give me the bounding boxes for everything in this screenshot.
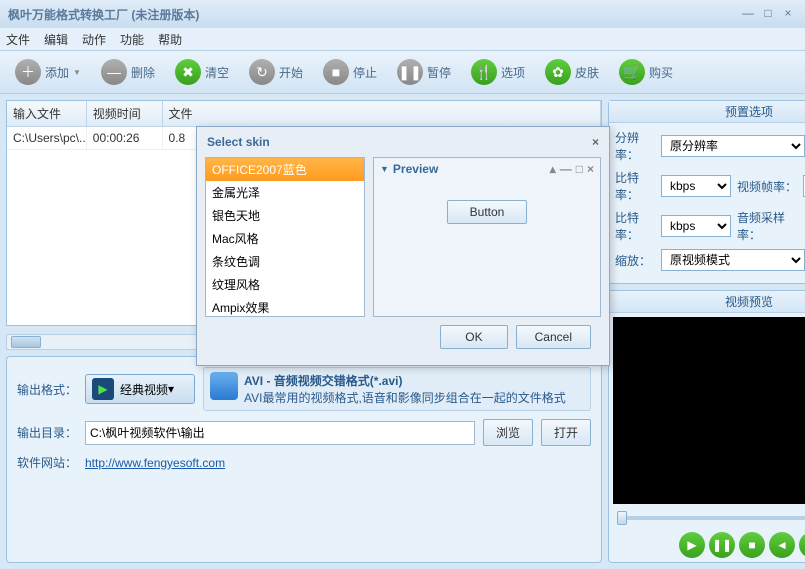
skin-item[interactable]: Ampix效果 [206, 296, 364, 317]
select-skin-dialog: Select skin × OFFICE2007蓝色 金属光泽 银色天地 Mac… [196, 126, 610, 366]
dialog-close-icon[interactable]: × [592, 135, 599, 149]
resolution-select[interactable]: 原分辨率 [661, 135, 805, 157]
format-label: 输出格式： [17, 381, 77, 398]
menu-function[interactable]: 功能 [120, 31, 144, 48]
abitrate-select[interactable]: kbps [661, 215, 731, 237]
clear-button[interactable]: ✖清空 [166, 54, 238, 90]
cart-icon: 🛒 [619, 59, 645, 85]
pause-button[interactable]: ❚❚ [709, 532, 735, 558]
col-time[interactable]: 视频时间 [87, 101, 163, 126]
menu-action[interactable]: 动作 [82, 31, 106, 48]
format-select[interactable]: ▶ 经典视频 ▾ [85, 374, 195, 404]
dir-label: 输出目录： [17, 424, 77, 441]
browse-button[interactable]: 浏览 [483, 419, 533, 446]
apple-icon: ✿ [545, 59, 571, 85]
stop-icon: ■ [323, 59, 349, 85]
format-description: AVI - 音频视频交错格式(*.avi) AVI最常用的视频格式,语音和影像同… [203, 367, 591, 411]
buy-button[interactable]: 🛒购买 [610, 54, 682, 90]
cancel-button[interactable]: Cancel [516, 325, 591, 349]
format-icon [210, 372, 238, 400]
preview-label: Preview [393, 162, 438, 176]
pause-button[interactable]: ❚❚暂停 [388, 54, 460, 90]
minimize-icon[interactable]: — [739, 6, 757, 22]
pause-icon: ❚❚ [397, 59, 423, 85]
skin-item[interactable]: 金属光泽 [206, 181, 364, 204]
zoom-select[interactable]: 原视频模式 [661, 249, 805, 271]
chevron-down-icon: ▼ [73, 68, 81, 77]
chevron-down-icon: ▾ [168, 382, 174, 396]
toolbar: ＋添加▼ —删除 ✖清空 ↻开始 ■停止 ❚❚暂停 🍴选项 ✿皮肤 🛒购买 [0, 50, 805, 94]
preview-sample-button[interactable]: Button [447, 200, 528, 224]
options-icon: 🍴 [471, 59, 497, 85]
menu-help[interactable]: 帮助 [158, 31, 182, 48]
skin-preview-box: ▼ Preview ▴ — □ × Button [373, 157, 601, 317]
delete-button[interactable]: —删除 [92, 54, 164, 90]
seek-slider[interactable] [617, 516, 805, 520]
next-button[interactable]: ► [799, 532, 805, 558]
skin-list[interactable]: OFFICE2007蓝色 金属光泽 银色天地 Mac风格 条纹色调 纹理风格 A… [205, 157, 365, 317]
col-size[interactable]: 文件 [163, 101, 601, 126]
options-button[interactable]: 🍴选项 [462, 54, 534, 90]
title-bar: 枫叶万能格式转换工厂 (未注册版本) — □ × [0, 0, 805, 28]
start-button[interactable]: ↻开始 [240, 54, 312, 90]
preview-close-icon[interactable]: × [587, 162, 594, 176]
minus-icon: — [101, 59, 127, 85]
video-area [613, 317, 805, 504]
menu-file[interactable]: 文件 [6, 31, 30, 48]
clear-icon: ✖ [175, 59, 201, 85]
col-file[interactable]: 输入文件 [7, 101, 87, 126]
skin-button[interactable]: ✿皮肤 [536, 54, 608, 90]
menu-edit[interactable]: 编辑 [44, 31, 68, 48]
preview-max-icon[interactable]: □ [576, 162, 583, 176]
play-button[interactable]: ▶ [679, 532, 705, 558]
output-dir-input[interactable] [85, 421, 475, 445]
close-icon[interactable]: × [779, 6, 797, 22]
stop-button[interactable]: ■ [739, 532, 765, 558]
maximize-icon[interactable]: □ [759, 6, 777, 22]
skin-item[interactable]: 条纹色调 [206, 250, 364, 273]
play-icon: ▶ [92, 378, 114, 400]
skin-item[interactable]: OFFICE2007蓝色 [206, 158, 364, 181]
menu-bar: 文件 编辑 动作 功能 帮助 [0, 28, 805, 50]
chevron-down-icon: ▼ [380, 164, 389, 174]
skin-item[interactable]: 纹理风格 [206, 273, 364, 296]
video-preview-panel: 视频预览 ▶ ❚❚ ■ ◄ ► 📷 ⛶ [608, 290, 805, 563]
vbitrate-select[interactable]: kbps [661, 175, 731, 197]
preset-panel: 预置选项 分辨率：原分辨率 比特率：kbps 视频帧率：25.00 比特率：kb… [608, 100, 805, 284]
prev-button[interactable]: ◄ [769, 532, 795, 558]
add-button[interactable]: ＋添加▼ [6, 54, 90, 90]
window-title: 枫叶万能格式转换工厂 (未注册版本) [8, 6, 737, 23]
skin-item[interactable]: 银色天地 [206, 204, 364, 227]
preset-title: 预置选项 [609, 101, 805, 123]
stop-button[interactable]: ■停止 [314, 54, 386, 90]
preview-up-icon[interactable]: ▴ [550, 162, 556, 176]
output-panel: 输出格式： ▶ 经典视频 ▾ AVI - 音频视频交错格式(*.avi) AVI… [6, 356, 602, 563]
site-label: 软件网站： [17, 454, 77, 471]
dialog-title: Select skin [207, 135, 270, 149]
preview-min-icon[interactable]: — [560, 162, 572, 176]
preview-title: 视频预览 [609, 291, 805, 313]
player-controls: ▶ ❚❚ ■ ◄ ► 📷 ⛶ [609, 528, 805, 562]
ok-button[interactable]: OK [440, 325, 507, 349]
skin-item[interactable]: Mac风格 [206, 227, 364, 250]
website-link[interactable]: http://www.fengyesoft.com [85, 456, 225, 470]
refresh-icon: ↻ [249, 59, 275, 85]
plus-icon: ＋ [15, 59, 41, 85]
open-button[interactable]: 打开 [541, 419, 591, 446]
